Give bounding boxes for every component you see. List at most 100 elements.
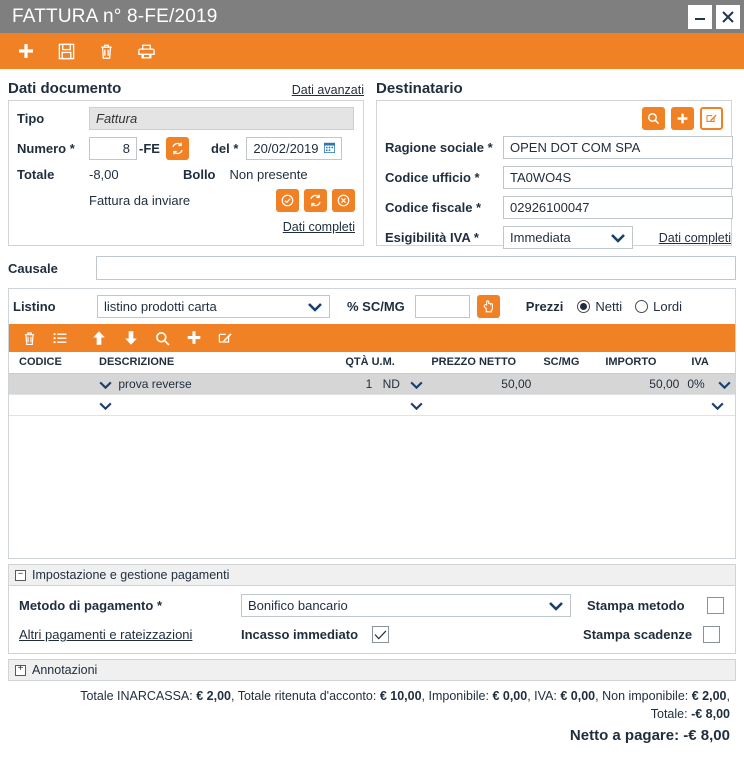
iva-label: IVA: bbox=[534, 689, 557, 703]
edit-row-icon[interactable] bbox=[217, 330, 233, 346]
netto-a-pagare: Netto a pagare: -€ 8,00 bbox=[14, 725, 730, 747]
del-label: del * bbox=[210, 141, 239, 156]
numero-input[interactable]: 8 bbox=[89, 137, 137, 160]
esigibilita-iva-select[interactable]: Immediata bbox=[503, 226, 633, 249]
netto-value: -€ 8,00 bbox=[683, 727, 730, 745]
move-up-icon[interactable] bbox=[90, 329, 108, 347]
stampa-scadenze-checkbox[interactable] bbox=[703, 626, 721, 643]
expand-icon[interactable]: + bbox=[15, 664, 26, 676]
um-chevron-icon[interactable] bbox=[410, 377, 423, 391]
print-icon[interactable] bbox=[134, 39, 158, 63]
table-row[interactable] bbox=[9, 394, 735, 416]
minimize-icon[interactable] bbox=[688, 4, 712, 29]
recipient-complete-data-link[interactable]: Dati completi bbox=[659, 231, 731, 245]
add-recipient-icon[interactable] bbox=[671, 107, 694, 130]
payments-section: – Impostazione e gestione pagamenti Meto… bbox=[8, 564, 736, 654]
prezzi-netti-radio[interactable]: Netti bbox=[577, 299, 622, 314]
incasso-immediato-checkbox[interactable] bbox=[372, 626, 390, 643]
recipient-panel: Ragione sociale * OPEN DOT COM SPA Codic… bbox=[376, 100, 733, 249]
annotations-section: + Annotazioni bbox=[8, 659, 736, 681]
row-expand-chevron-icon[interactable] bbox=[99, 398, 112, 412]
totale-value: -€ 8,00 bbox=[691, 707, 730, 722]
items-table: CODICE DESCRIZIONE QTÀ U.M. PREZZO NETTO… bbox=[9, 352, 735, 416]
iva-chevron-icon[interactable] bbox=[718, 377, 731, 391]
save-icon[interactable] bbox=[54, 39, 78, 63]
totals-line-2: Totale: -€ 8,00 bbox=[14, 705, 730, 723]
imponibile-value: € 0,00 bbox=[492, 689, 528, 703]
lordi-label: Lordi bbox=[653, 299, 683, 314]
iva-value: € 0,00 bbox=[560, 689, 596, 703]
cell-importo bbox=[601, 394, 684, 416]
add-row-icon[interactable] bbox=[185, 329, 203, 347]
delete-row-icon[interactable] bbox=[21, 330, 38, 347]
recipient-actions bbox=[385, 107, 723, 130]
cell-importo: 50,00 bbox=[601, 373, 684, 395]
annotations-section-title: Annotazioni bbox=[32, 663, 98, 677]
collapse-icon[interactable]: – bbox=[15, 569, 26, 581]
advanced-data-link[interactable]: Dati avanzati bbox=[292, 83, 364, 97]
non-imponibile-label: Non imponibile: bbox=[602, 689, 689, 703]
close-icon[interactable] bbox=[716, 4, 740, 29]
document-complete-data-link[interactable]: Dati completi bbox=[283, 220, 355, 234]
cell-descrizione-text: prova reverse bbox=[118, 377, 192, 391]
ragione-sociale-input[interactable]: OPEN DOT COM SPA bbox=[503, 136, 733, 159]
cell-prezzo-netto: 50,00 bbox=[427, 373, 536, 395]
list-view-icon[interactable] bbox=[52, 330, 68, 346]
ritenuta-value: € 10,00 bbox=[379, 689, 422, 703]
items-toolbar bbox=[9, 324, 735, 352]
recipient-section: Destinatario Ragione sociale * OPEN DOT … bbox=[376, 75, 733, 249]
radio-netti[interactable] bbox=[577, 300, 591, 313]
causale-input[interactable] bbox=[96, 256, 736, 280]
scmg-input[interactable] bbox=[414, 295, 470, 318]
payments-section-header[interactable]: – Impostazione e gestione pagamenti bbox=[8, 564, 736, 585]
confirm-icon[interactable] bbox=[276, 189, 299, 212]
cell-qta: 1 bbox=[365, 377, 373, 391]
page-title: Dati documento bbox=[8, 80, 122, 97]
edit-recipient-icon[interactable] bbox=[700, 107, 723, 130]
refresh-number-icon[interactable] bbox=[165, 137, 189, 160]
date-value: 20/02/2019 bbox=[253, 141, 319, 156]
imponibile-label: Imponibile: bbox=[428, 689, 489, 703]
prezzi-lordi-radio[interactable]: Lordi bbox=[635, 299, 682, 314]
metodo-pagamento-value: Bonifico bancario bbox=[241, 594, 571, 617]
calendar-icon[interactable] bbox=[324, 138, 336, 159]
cell-prezzo-netto bbox=[427, 394, 536, 416]
search-icon[interactable] bbox=[642, 107, 665, 130]
annotations-section-header[interactable]: + Annotazioni bbox=[8, 659, 736, 681]
cell-qta-um bbox=[341, 394, 428, 416]
codice-fiscale-input[interactable]: 02926100047 bbox=[503, 196, 733, 219]
netto-label: Netto a pagare: bbox=[569, 727, 680, 745]
col-codice: CODICE bbox=[9, 352, 95, 374]
radio-lordi[interactable] bbox=[635, 300, 649, 313]
listino-select[interactable]: listino prodotti carta bbox=[97, 295, 330, 318]
apply-discount-icon[interactable] bbox=[476, 295, 500, 318]
ragione-sociale-label: Ragione sociale * bbox=[385, 140, 493, 155]
main-toolbar bbox=[0, 33, 744, 69]
metodo-pagamento-select[interactable]: Bonifico bancario bbox=[241, 594, 571, 617]
stampa-metodo-checkbox[interactable] bbox=[707, 597, 724, 614]
incasso-immediato-label: Incasso immediato bbox=[241, 627, 359, 642]
move-down-icon[interactable] bbox=[122, 329, 140, 347]
netti-label: Netti bbox=[595, 299, 623, 314]
row-expand-chevron-icon[interactable] bbox=[99, 377, 115, 391]
bollo-label: Bollo bbox=[183, 167, 216, 182]
add-icon[interactable] bbox=[14, 39, 38, 63]
delete-icon[interactable] bbox=[94, 39, 118, 63]
search-row-icon[interactable] bbox=[154, 330, 171, 347]
iva-chevron-icon[interactable] bbox=[711, 398, 724, 412]
date-input[interactable]: 20/02/2019 bbox=[246, 137, 343, 160]
altri-pagamenti-link[interactable]: Altri pagamenti e rateizzazioni bbox=[19, 627, 241, 642]
codice-ufficio-input[interactable]: TA0WO4S bbox=[503, 166, 733, 189]
document-data-section: Dati documento Dati avanzati Tipo Fattur… bbox=[8, 75, 364, 246]
cell-descrizione bbox=[95, 394, 342, 416]
cell-qta-um: 1 ND bbox=[341, 373, 428, 395]
payment-method-row: Metodo di pagamento * Bonifico bancario … bbox=[19, 594, 725, 617]
um-chevron-icon[interactable] bbox=[410, 398, 423, 412]
items-table-head: CODICE DESCRIZIONE QTÀ U.M. PREZZO NETTO… bbox=[9, 352, 735, 374]
cancel-icon[interactable] bbox=[332, 189, 355, 212]
status-actions bbox=[276, 189, 355, 212]
table-row[interactable]: prova reverse 1 ND 50,00 50,00 0% bbox=[9, 373, 735, 395]
sync-status-icon[interactable] bbox=[304, 189, 327, 212]
title-bar: FATTURA n° 8-FE/2019 bbox=[0, 0, 744, 33]
cell-um: ND bbox=[382, 377, 400, 391]
